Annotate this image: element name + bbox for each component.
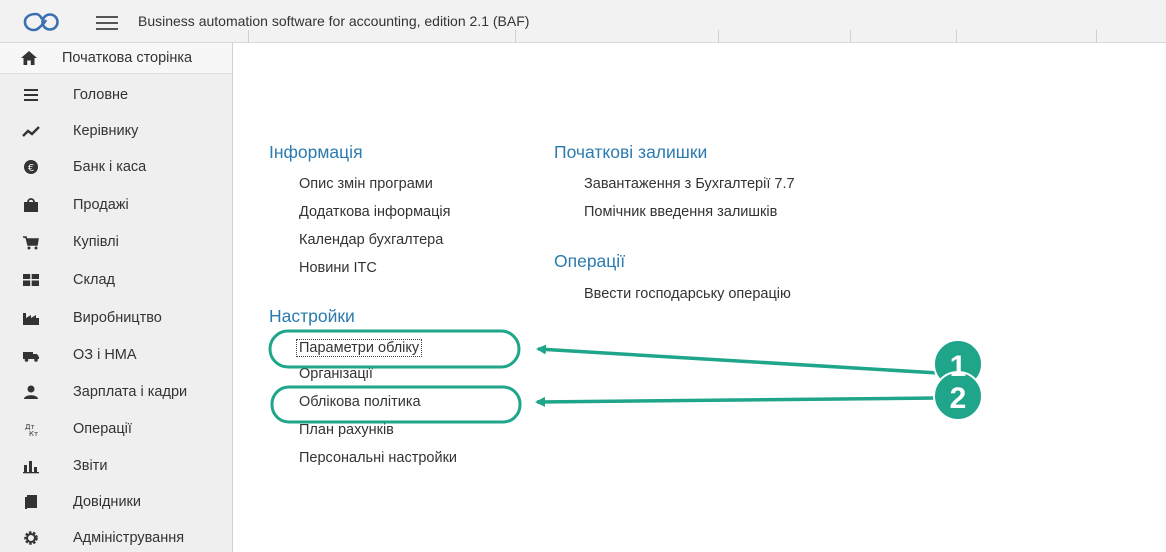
bar-chart-icon [23,460,39,473]
sidebar-item-fixed-assets[interactable]: ОЗ і НМА [0,337,232,372]
sidebar-item-bank[interactable]: € Банк і каса [0,149,232,184]
link-accountant-calendar[interactable]: Календар бухгалтера [299,232,443,248]
section-title-info: Інформація [269,142,363,162]
logo-icon [23,12,59,32]
sidebar-item-label: Банк і каса [73,158,147,175]
link-balance-wizard[interactable]: Помічник введення залишків [584,204,777,220]
truck-icon [23,351,39,362]
sidebar-item-label: Початкова сторінка [62,50,193,66]
link-accounting-parameters[interactable]: Параметри обліку [296,339,423,357]
sidebar-item-administration[interactable]: Адміністрування [0,520,232,552]
sidebar-item-home[interactable]: Початкова сторінка [0,43,232,74]
section-title-settings: Настройки [269,306,355,326]
svg-text:Кт: Кт [29,430,38,437]
main-content: Інформація Опис змін програми Додаткова … [234,43,1166,552]
link-its-news[interactable]: Новини ІТС [299,260,377,276]
svg-text:€: € [28,163,34,174]
sidebar-item-label: Довідники [73,493,141,510]
link-chart-of-accounts[interactable]: План рахунків [299,422,394,438]
sidebar-item-production[interactable]: Виробництво [0,300,232,335]
sidebar-item-salary[interactable]: Зарплата і кадри [0,374,232,409]
sidebar-item-manager[interactable]: Керівнику [0,113,232,148]
factory-icon [23,312,39,325]
sidebar-item-purchases[interactable]: Купівлі [0,224,232,259]
sidebar-item-reports[interactable]: Звіти [0,448,232,483]
sidebar-item-label: Купівлі [73,233,119,250]
sidebar-item-directories[interactable]: Довідники [0,484,232,519]
sidebar-item-label: Адміністрування [73,529,185,546]
app-title: Business automation software for account… [138,13,530,29]
coin-icon: € [24,159,38,174]
main-menu-icon[interactable] [96,12,118,32]
section-title-opening-balances: Початкові залишки [554,142,708,162]
link-organizations[interactable]: Організації [299,366,373,382]
sidebar-item-label: Звіти [73,457,108,474]
sidebar-item-label: Склад [73,271,115,288]
warehouse-icon [23,273,39,286]
sidebar-item-operations[interactable]: Дт Кт Операції [0,411,232,446]
menu-lines-icon [24,88,38,101]
home-icon [21,51,37,65]
section-title-operations: Операції [554,251,626,271]
sidebar-item-label: Виробництво [73,309,162,326]
person-icon [24,385,38,399]
sidebar-item-label: ОЗ і НМА [73,346,137,363]
sidebar: Початкова сторінка Головне Керівнику € Б… [0,43,233,552]
title-bar: Business automation software for account… [0,0,1166,43]
book-icon [25,494,37,509]
cart-icon [23,235,39,249]
link-changes-description[interactable]: Опис змін програми [299,176,433,192]
sidebar-item-label: Зарплата і кадри [73,383,188,400]
sidebar-item-label: Головне [73,86,129,103]
sidebar-item-main[interactable]: Головне [0,77,232,112]
link-additional-info[interactable]: Додаткова інформація [299,204,450,220]
link-personal-settings[interactable]: Персональні настройки [299,450,457,466]
sidebar-item-warehouse[interactable]: Склад [0,262,232,297]
link-load-from-77[interactable]: Завантаження з Бухгалтерії 7.7 [584,176,795,192]
sidebar-item-label: Керівнику [73,122,139,139]
sidebar-item-label: Операції [73,420,132,437]
link-accounting-policy[interactable]: Облікова політика [299,394,421,410]
sidebar-item-label: Продажі [73,196,129,213]
gear-icon [24,530,38,545]
sidebar-item-sales[interactable]: Продажі [0,187,232,222]
trend-icon [22,125,40,137]
dt-kt-icon: Дт Кт [25,423,38,437]
bag-icon [24,197,38,212]
link-enter-operation[interactable]: Ввести господарську операцію [584,286,791,302]
